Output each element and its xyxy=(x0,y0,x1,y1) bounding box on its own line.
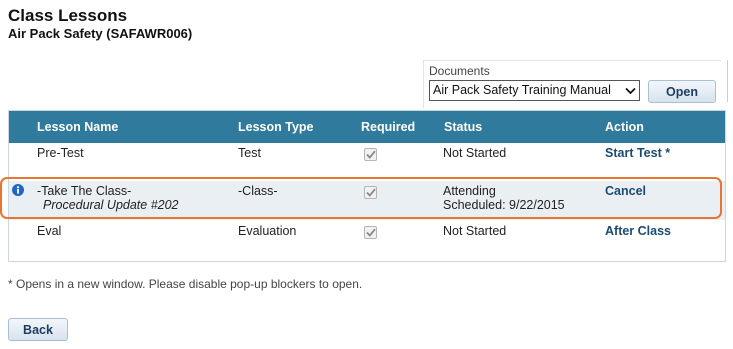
lesson-type: Evaluation xyxy=(238,224,297,238)
header-status: Status xyxy=(444,120,483,134)
checkmark-icon xyxy=(365,228,376,237)
info-icon[interactable] xyxy=(12,184,24,196)
lesson-name: -Take The Class- xyxy=(37,184,132,198)
lesson-scheduled: Scheduled: 9/22/2015 xyxy=(443,198,565,212)
lessons-table: Lesson Name Lesson Type Required Status … xyxy=(8,110,726,262)
lesson-subtitle: Procedural Update #202 xyxy=(43,198,179,212)
open-button[interactable]: Open xyxy=(648,80,716,103)
chevron-down-icon xyxy=(623,84,637,97)
page-title: Class Lessons xyxy=(8,6,128,25)
back-button[interactable]: Back xyxy=(8,318,68,341)
required-checkbox xyxy=(364,226,377,239)
lesson-status: Not Started xyxy=(443,146,507,160)
lesson-type: Test xyxy=(238,146,261,160)
header-lesson-type: Lesson Type xyxy=(238,120,314,134)
header-action: Action xyxy=(605,120,644,134)
lesson-name: Eval xyxy=(37,224,62,238)
required-checkbox xyxy=(364,148,377,161)
documents-select[interactable]: Air Pack Safety Training Manual xyxy=(429,80,640,101)
page-subtitle: Air Pack Safety (SAFAWR006) xyxy=(8,26,193,41)
vertical-divider xyxy=(727,60,728,102)
documents-panel: Documents Air Pack Safety Training Manua… xyxy=(423,60,721,108)
popup-footnote: * Opens in a new window. Please disable … xyxy=(8,277,363,291)
cancel-link[interactable]: Cancel xyxy=(605,184,646,198)
table-row: -Take The Class- Procedural Update #202 … xyxy=(9,181,725,220)
table-row: Pre-Test Test Not Started Start Test * xyxy=(9,143,725,181)
table-row: Eval Evaluation Not Started After Class xyxy=(9,220,725,261)
header-required: Required xyxy=(361,120,416,134)
documents-label: Documents xyxy=(429,64,490,78)
lesson-name: Pre-Test xyxy=(37,146,84,160)
lesson-status: Not Started xyxy=(443,224,507,238)
lesson-status: Attending xyxy=(443,184,496,198)
table-header: Lesson Name Lesson Type Required Status … xyxy=(9,111,725,143)
required-checkbox xyxy=(364,186,377,199)
header-lesson-name: Lesson Name xyxy=(37,120,119,134)
after-class-link[interactable]: After Class xyxy=(605,224,671,238)
start-test-link[interactable]: Start Test * xyxy=(605,146,670,160)
checkmark-icon xyxy=(365,150,376,159)
lesson-type: -Class- xyxy=(238,184,278,198)
documents-selected-value: Air Pack Safety Training Manual xyxy=(433,83,611,97)
checkmark-icon xyxy=(365,188,376,197)
